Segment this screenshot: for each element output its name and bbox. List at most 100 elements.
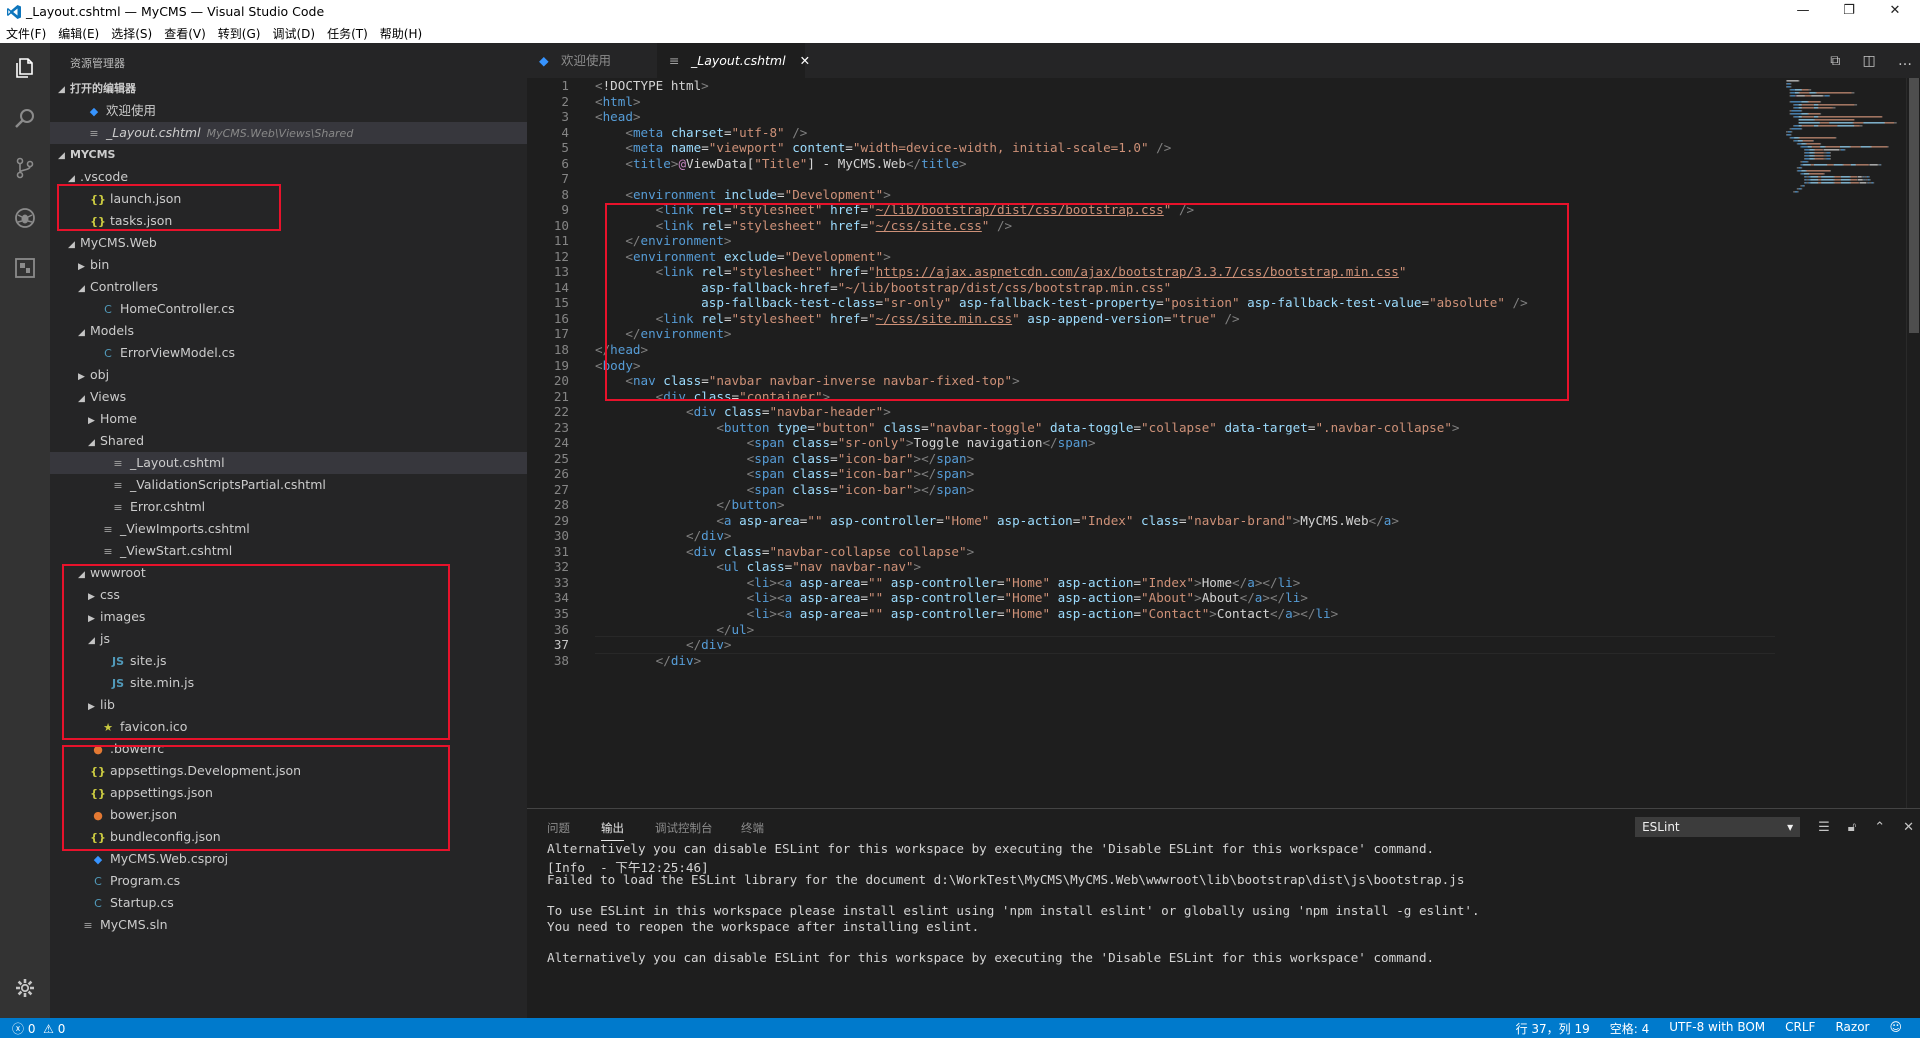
scrollbar-thumb[interactable]	[1909, 78, 1919, 333]
minimap-line	[1807, 146, 1812, 148]
close-tab-icon[interactable]: ✕	[800, 53, 810, 68]
bower-icon: ●	[93, 743, 103, 756]
tree-item[interactable]: {} bundleconfig.json	[50, 826, 527, 848]
menu-item[interactable]: 转到(G)	[218, 25, 261, 42]
language-mode[interactable]: Razor	[1835, 1020, 1869, 1037]
code-token: "true"	[1171, 310, 1217, 326]
tree-item[interactable]: C Program.cs	[50, 870, 527, 892]
tab-problems[interactable]: 问题	[547, 820, 570, 836]
tree-item[interactable]: ◢ wwwroot	[50, 562, 527, 584]
tree-item[interactable]: ≡ _ViewStart.cshtml	[50, 540, 527, 562]
tree-item[interactable]: JS site.min.js	[50, 672, 527, 694]
maximize-panel-icon[interactable]: ⌃	[1874, 820, 1885, 835]
eol-status[interactable]: CRLF	[1785, 1020, 1815, 1037]
bower-icon: ●	[93, 809, 103, 822]
minimap-line	[1786, 131, 1788, 133]
tab-output[interactable]: 输出	[601, 820, 624, 841]
tree-item[interactable]: C HomeController.cs	[50, 298, 527, 320]
tree-item[interactable]: {} tasks.json	[50, 210, 527, 232]
menu-item[interactable]: 查看(V)	[164, 25, 206, 42]
split-editor-icon[interactable]: ◫	[1863, 53, 1876, 69]
tree-item[interactable]: ▶ lib	[50, 694, 527, 716]
tree-item[interactable]: ≡ _ViewImports.cshtml	[50, 518, 527, 540]
tree-item[interactable]: ◢ MyCMS.Web	[50, 232, 527, 254]
tree-item[interactable]: ▶ css	[50, 584, 527, 606]
tree-item[interactable]: ▶ bin	[50, 254, 527, 276]
tree-item[interactable]: ◢ .vscode	[50, 166, 527, 188]
tree-item[interactable]: ≡ MyCMS.sln	[50, 914, 527, 936]
code-token: >	[1209, 606, 1217, 622]
project-section[interactable]: ◢ MYCMS	[50, 144, 527, 166]
output-channel-select[interactable]: ESLint ▾	[1635, 817, 1801, 837]
close-window-button[interactable]: ✕	[1872, 0, 1918, 24]
feedback-icon[interactable]: ☺	[1889, 1020, 1902, 1037]
tree-item[interactable]: ▶ Home	[50, 408, 527, 430]
more-actions-icon[interactable]: …	[1898, 53, 1912, 69]
code-token: span	[936, 466, 967, 482]
menu-item[interactable]: 选择(S)	[111, 25, 152, 42]
tab-layout-cshtml[interactable]: ≡ _Layout.cshtml ✕	[657, 43, 810, 78]
minimap-line	[1860, 146, 1871, 148]
editor-scrollbar[interactable]	[1906, 78, 1920, 808]
menu-item[interactable]: 调试(D)	[272, 25, 315, 42]
extensions-icon[interactable]	[0, 243, 50, 293]
tree-item[interactable]: ★ favicon.ico	[50, 716, 527, 738]
tree-item[interactable]: ▶ obj	[50, 364, 527, 386]
menu-item[interactable]: 帮助(H)	[380, 25, 422, 42]
encoding-status[interactable]: UTF-8 with BOM	[1669, 1020, 1765, 1037]
minimize-button[interactable]: —	[1780, 0, 1826, 24]
tree-item[interactable]: {} launch.json	[50, 188, 527, 210]
tree-item[interactable]: C Startup.cs	[50, 892, 527, 914]
tree-item[interactable]: JS site.js	[50, 650, 527, 672]
code-token: asp-fallback-href	[701, 279, 831, 295]
minimap-line	[1849, 179, 1851, 181]
tab-terminal[interactable]: 终端	[741, 820, 764, 836]
restore-button[interactable]: ❐	[1826, 0, 1872, 24]
indentation-status[interactable]: 空格: 4	[1610, 1020, 1650, 1037]
code-token: "stylesheet"	[731, 217, 831, 233]
tree-item[interactable]: ≡ Error.cshtml	[50, 496, 527, 518]
minimap[interactable]	[1786, 78, 1906, 238]
tree-item[interactable]: ◢ Shared	[50, 430, 527, 452]
tree-item[interactable]: ● .bowerrc	[50, 738, 527, 760]
code-editor[interactable]: 1 <!DOCTYPE html> 2 <html> 3 <head> 4 <meta ch…	[527, 78, 1920, 808]
minimap-line	[1796, 170, 1798, 172]
tree-item[interactable]: C ErrorViewModel.cs	[50, 342, 527, 364]
tree-item[interactable]: ◆ MyCMS.Web.csproj	[50, 848, 527, 870]
cursor-position[interactable]: 行 37，列 19	[1516, 1020, 1590, 1037]
tree-item[interactable]: ◢ Views	[50, 386, 527, 408]
open-editor-layout[interactable]: ≡ _Layout.cshtml MyCMS.Web\Views\Shared	[50, 122, 527, 144]
tree-item[interactable]: ≡ _Layout.cshtml	[50, 452, 527, 474]
code-token: li	[754, 574, 770, 590]
tree-item[interactable]: ≡ _ValidationScriptsPartial.cshtml	[50, 474, 527, 496]
open-preview-icon[interactable]: ⧉	[1830, 53, 1840, 69]
settings-gear-icon[interactable]	[0, 963, 50, 1013]
tree-item[interactable]: {} appsettings.json	[50, 782, 527, 804]
tab-debug-console[interactable]: 调试控制台	[655, 820, 713, 836]
tree-item[interactable]: ◢ Controllers	[50, 276, 527, 298]
minimap-line	[1827, 164, 1834, 166]
clear-output-icon[interactable]: ☰	[1818, 820, 1830, 835]
menu-item[interactable]: 编辑(E)	[58, 25, 99, 42]
open-editors-section[interactable]: ◢ 打开的编辑器	[50, 78, 527, 100]
code-token: <	[625, 186, 633, 202]
close-panel-icon[interactable]: ✕	[1903, 820, 1914, 835]
minimap-line	[1840, 149, 1845, 151]
tree-item[interactable]: ◢ Models	[50, 320, 527, 342]
tree-item[interactable]: ◢ js	[50, 628, 527, 650]
explorer-icon[interactable]	[0, 43, 50, 93]
tree-item[interactable]: ● bower.json	[50, 804, 527, 826]
problems-status[interactable]: ⓧ 0 ⚠ 0	[12, 1020, 65, 1037]
code-token: >	[1194, 574, 1202, 590]
open-editor-welcome[interactable]: ◆ 欢迎使用	[50, 100, 527, 122]
tree-item[interactable]: ▶ images	[50, 606, 527, 628]
search-icon[interactable]	[0, 93, 50, 143]
tree-item[interactable]: {} appsettings.Development.json	[50, 760, 527, 782]
lock-scroll-icon[interactable]: 🔓︎	[1848, 820, 1856, 835]
tab-welcome[interactable]: ◆ 欢迎使用	[527, 43, 657, 78]
menu-item[interactable]: 文件(F)	[6, 25, 46, 42]
source-control-icon[interactable]	[0, 143, 50, 193]
debug-icon[interactable]	[0, 193, 50, 243]
menu-item[interactable]: 任务(T)	[327, 25, 368, 42]
